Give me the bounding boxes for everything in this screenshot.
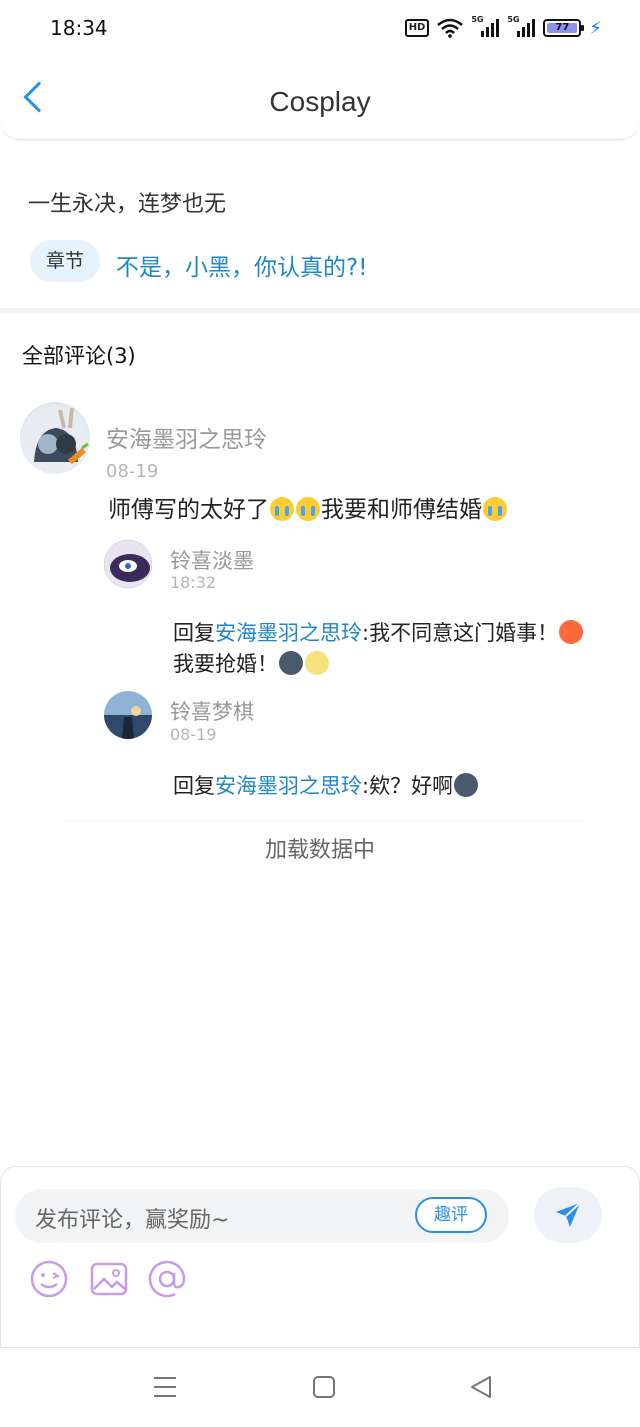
divider (64, 820, 584, 821)
crying-emoji-icon (270, 497, 294, 521)
comment-composer: 发布评论，赢奖励~ 趣评 (0, 1166, 640, 1348)
comment-text: 师傅写的太好了 我要和师傅结婚 (108, 490, 508, 524)
at-icon (148, 1260, 186, 1298)
battery-icon: 77 (543, 19, 585, 37)
reply-target-link[interactable]: 安海墨羽之思玲 (215, 621, 362, 645)
crying-emoji-icon (483, 497, 507, 521)
new-moon-emoji-icon (279, 651, 303, 675)
top-app-bar: Cosplay (0, 56, 640, 140)
avatar[interactable] (104, 540, 152, 588)
book-info: 一生永决，连梦也无 章节 不是，小黑，你认真的?! (0, 140, 640, 310)
status-bar: 18:34 HD 5G 5G 77 ⚡ (0, 0, 640, 56)
send-icon (556, 1202, 581, 1227)
comment-date: 08-19 (106, 461, 159, 482)
avatar[interactable] (104, 691, 152, 739)
reply-time: 08-19 (170, 725, 217, 744)
menu-icon[interactable] (152, 1374, 178, 1400)
battery-level: 77 (547, 23, 578, 33)
loading-indicator: 加载数据中 (264, 838, 375, 863)
page-title: Cosplay (269, 86, 371, 117)
image-icon (90, 1262, 128, 1296)
new-moon-emoji-icon (454, 773, 479, 797)
smiley-icon (30, 1260, 68, 1298)
reply-text: 回复安海墨羽之思玲:欸？好啊 (173, 770, 479, 800)
wifi-icon (437, 18, 464, 38)
reply-text: 回复安海墨羽之思玲:我不同意这门婚事！ 我要抢婚！ (173, 618, 623, 680)
status-icons: HD 5G 5G 77 ⚡ (404, 15, 602, 39)
reply-target-link[interactable]: 安海墨羽之思玲 (215, 774, 362, 798)
reply-author[interactable]: 铃喜梦棋 (170, 696, 254, 726)
signal-icon-2: 5G (507, 15, 536, 37)
section-divider (0, 308, 640, 313)
hd-icon: HD (404, 19, 430, 37)
comments-heading: 全部评论(3) (22, 344, 136, 368)
home-icon[interactable] (311, 1374, 337, 1400)
reply-author[interactable]: 铃喜淡墨 (170, 545, 254, 575)
book-title: 一生永决，连梦也无 (28, 192, 227, 217)
emoji-button[interactable] (29, 1259, 69, 1299)
system-nav-bar (0, 1348, 640, 1427)
angry-emoji-icon (559, 620, 584, 644)
comment-input-placeholder: 发布评论，赢奖励~ (35, 1208, 230, 1233)
avatar[interactable] (20, 402, 90, 474)
send-button[interactable] (534, 1187, 602, 1243)
status-time: 18:34 (50, 16, 108, 40)
image-button[interactable] (89, 1259, 129, 1299)
chapter-tag: 章节 (30, 240, 100, 282)
quping-button[interactable]: 趣评 (415, 1197, 487, 1233)
charging-icon: ⚡ (589, 17, 602, 39)
mention-button[interactable] (147, 1259, 187, 1299)
comment-input[interactable]: 发布评论，赢奖励~ 趣评 (15, 1189, 509, 1243)
chapter-link[interactable]: 不是，小黑，你认真的?! (116, 248, 367, 282)
comment-author[interactable]: 安海墨羽之思玲 (106, 420, 267, 454)
signal-icon-1: 5G (471, 15, 500, 37)
back-triangle-icon[interactable] (468, 1374, 494, 1400)
reply-time: 18:32 (170, 573, 217, 592)
full-moon-emoji-icon (305, 651, 329, 675)
crying-emoji-icon (296, 497, 320, 521)
